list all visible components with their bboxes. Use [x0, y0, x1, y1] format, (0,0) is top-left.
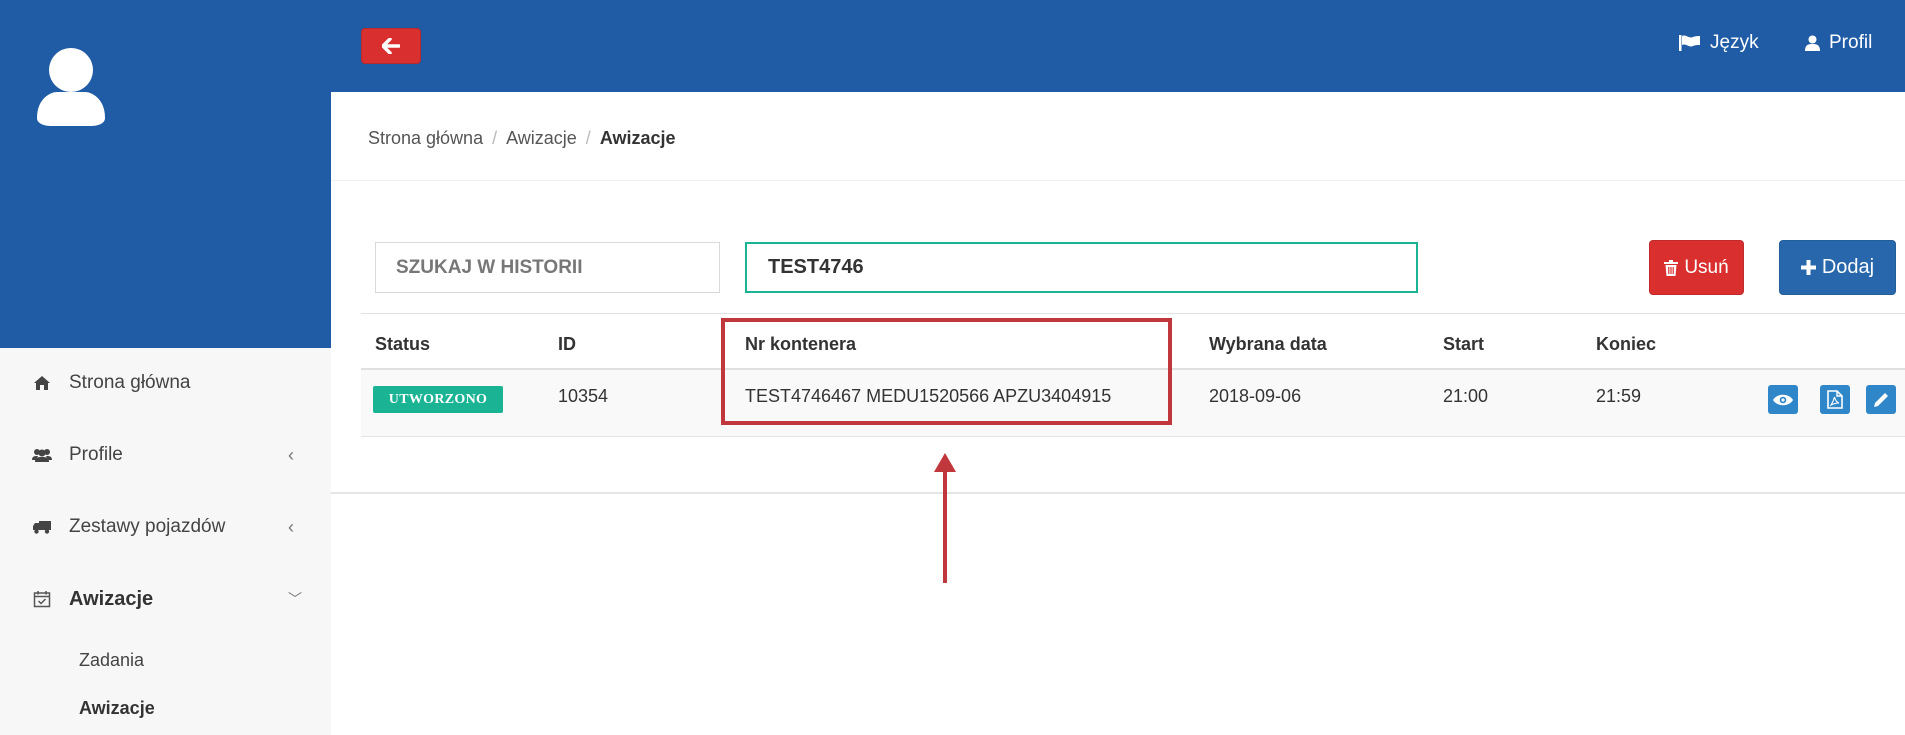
sidebar-item-label: Zestawy pojazdów	[69, 516, 226, 537]
breadcrumb: Strona główna / Awizacje / Awizacje	[368, 128, 676, 149]
breadcrumb-home[interactable]: Strona główna	[368, 128, 483, 149]
table-row-border	[361, 436, 1905, 437]
users-icon	[31, 445, 53, 465]
sidebar-item-home[interactable]: Strona główna	[0, 348, 331, 418]
user-icon	[1805, 35, 1820, 51]
cell-selected-date: 2018-09-06	[1209, 386, 1302, 406]
column-header-id[interactable]: ID	[558, 334, 576, 355]
add-label: Dodaj	[1821, 256, 1875, 278]
pdf-file-icon	[1827, 390, 1843, 409]
breadcrumb-section[interactable]: Awizacje	[506, 128, 577, 149]
flag-icon	[1679, 35, 1700, 51]
sidebar-subitem-zadania[interactable]: Zadania	[79, 650, 144, 671]
sidebar-header	[0, 0, 331, 348]
status-badge: UTWORZONO	[373, 386, 503, 413]
sidebar-item-label: Strona główna	[69, 372, 191, 393]
sidebar-item-profile[interactable]: Profile ‹	[0, 420, 331, 490]
sidebar-item-label: Awizacje	[69, 587, 154, 610]
breadcrumb-separator: /	[492, 128, 498, 148]
sidebar-item-label: Profile	[69, 444, 123, 465]
breadcrumb-divider	[331, 180, 1905, 181]
sidebar-item-awizacje[interactable]: Awizacje ﹀	[0, 564, 331, 634]
arrow-left-icon	[382, 38, 400, 54]
search-history-label: SZUKAJ W HISTORII	[375, 242, 720, 293]
language-menu[interactable]: Język	[1679, 32, 1759, 54]
cell-start: 21:00	[1443, 386, 1489, 406]
sidebar-nav: Strona główna Profile ‹ Zestawy pojazdów…	[0, 348, 331, 735]
eye-icon	[1773, 394, 1793, 405]
calendar-check-icon	[31, 589, 53, 609]
column-header-selected-date[interactable]: Wybrana data	[1209, 334, 1327, 355]
truck-icon	[31, 517, 53, 537]
pdf-button[interactable]	[1820, 385, 1850, 414]
annotation-arrow-line	[943, 470, 947, 583]
language-label: Język	[1710, 32, 1759, 53]
search-input[interactable]	[745, 242, 1418, 293]
plus-icon	[1800, 260, 1816, 275]
top-navbar	[331, 0, 1905, 92]
sidebar-item-vehicle-sets[interactable]: Zestawy pojazdów ‹	[0, 492, 331, 562]
column-header-status[interactable]: Status	[375, 334, 430, 355]
profile-menu[interactable]: Profil	[1805, 32, 1872, 54]
cell-id: 10354	[558, 386, 609, 406]
content-divider	[331, 492, 1905, 494]
table-top-border	[361, 313, 1905, 314]
cell-end: 21:59	[1596, 386, 1642, 406]
pencil-icon	[1874, 392, 1888, 407]
add-button[interactable]: Dodaj	[1779, 240, 1896, 295]
view-button[interactable]	[1768, 385, 1798, 414]
column-header-end[interactable]: Koniec	[1596, 334, 1656, 355]
back-button[interactable]	[361, 28, 421, 64]
chevron-left-icon: ‹	[288, 516, 294, 537]
sidebar-subitem-awizacje[interactable]: Awizacje	[79, 698, 155, 719]
home-icon	[31, 373, 53, 393]
breadcrumb-current: Awizacje	[599, 128, 676, 148]
column-header-start[interactable]: Start	[1443, 334, 1484, 355]
chevron-left-icon: ‹	[288, 444, 294, 465]
profile-label: Profil	[1829, 32, 1873, 53]
breadcrumb-separator: /	[585, 128, 591, 148]
delete-button[interactable]: Usuń	[1649, 240, 1744, 295]
chevron-down-icon: ﹀	[288, 591, 302, 607]
delete-label: Usuń	[1684, 256, 1729, 278]
trash-icon	[1664, 259, 1679, 276]
user-avatar-icon	[37, 48, 105, 126]
annotation-highlight-box	[721, 318, 1172, 425]
edit-button[interactable]	[1866, 385, 1896, 414]
